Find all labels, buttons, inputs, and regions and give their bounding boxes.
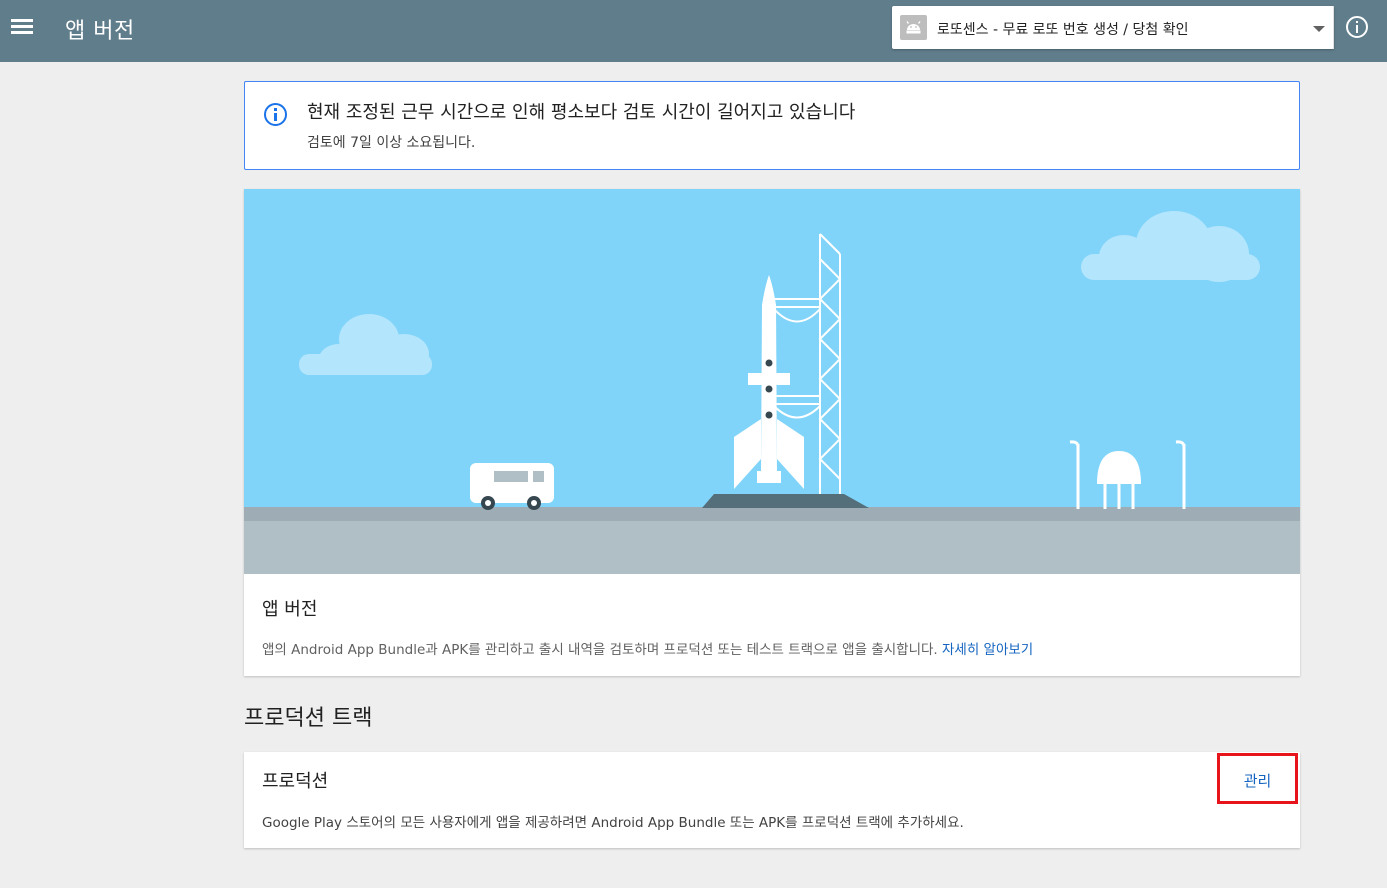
- rocket-launch-illustration: [244, 189, 1300, 574]
- intro-card-title: 앱 버전: [262, 599, 318, 620]
- info-icon[interactable]: [1346, 16, 1368, 38]
- top-app-bar: 앱 버전 로또센스 - 무료 로또 번호 생성 / 당첨 확인: [0, 0, 1387, 62]
- intro-description-text: 앱의 Android App Bundle과 APK를 관리하고 출시 내역을 …: [262, 642, 942, 658]
- app-selector-dropdown[interactable]: 로또센스 - 무료 로또 번호 생성 / 당첨 확인: [892, 6, 1334, 49]
- android-icon: [900, 15, 927, 40]
- menu-icon[interactable]: [11, 17, 35, 39]
- review-time-notice: 현재 조정된 근무 시간으로 인해 평소보다 검토 시간이 길어지고 있습니다 …: [244, 81, 1300, 170]
- selected-app-name: 로또센스 - 무료 로또 번호 생성 / 당첨 확인: [937, 22, 1189, 38]
- production-track-title: 프로덕션: [262, 771, 329, 792]
- production-track-description: Google Play 스토어의 모든 사용자에게 앱을 제공하려면 Andro…: [262, 815, 964, 831]
- notice-title: 현재 조정된 근무 시간으로 인해 평소보다 검토 시간이 길어지고 있습니다: [307, 102, 856, 123]
- dropdown-caret-icon: [1313, 26, 1325, 32]
- manage-button-label: 관리: [1243, 772, 1272, 790]
- divider: [1333, 6, 1334, 49]
- learn-more-link[interactable]: 자세히 알아보기: [942, 642, 1033, 658]
- page-title: 앱 버전: [65, 19, 135, 44]
- info-icon: [264, 103, 287, 126]
- production-track-card: 프로덕션 Google Play 스토어의 모든 사용자에게 앱을 제공하려면 …: [244, 752, 1300, 848]
- notice-body: 검토에 7일 이상 소요됩니다.: [307, 135, 476, 151]
- intro-card-description: 앱의 Android App Bundle과 APK를 관리하고 출시 내역을 …: [262, 638, 1033, 658]
- production-track-heading: 프로덕션 트랙: [244, 706, 373, 731]
- app-versions-intro-card: 앱 버전 앱의 Android App Bundle과 APK를 관리하고 출시…: [244, 189, 1300, 676]
- manage-button[interactable]: 관리: [1217, 753, 1298, 804]
